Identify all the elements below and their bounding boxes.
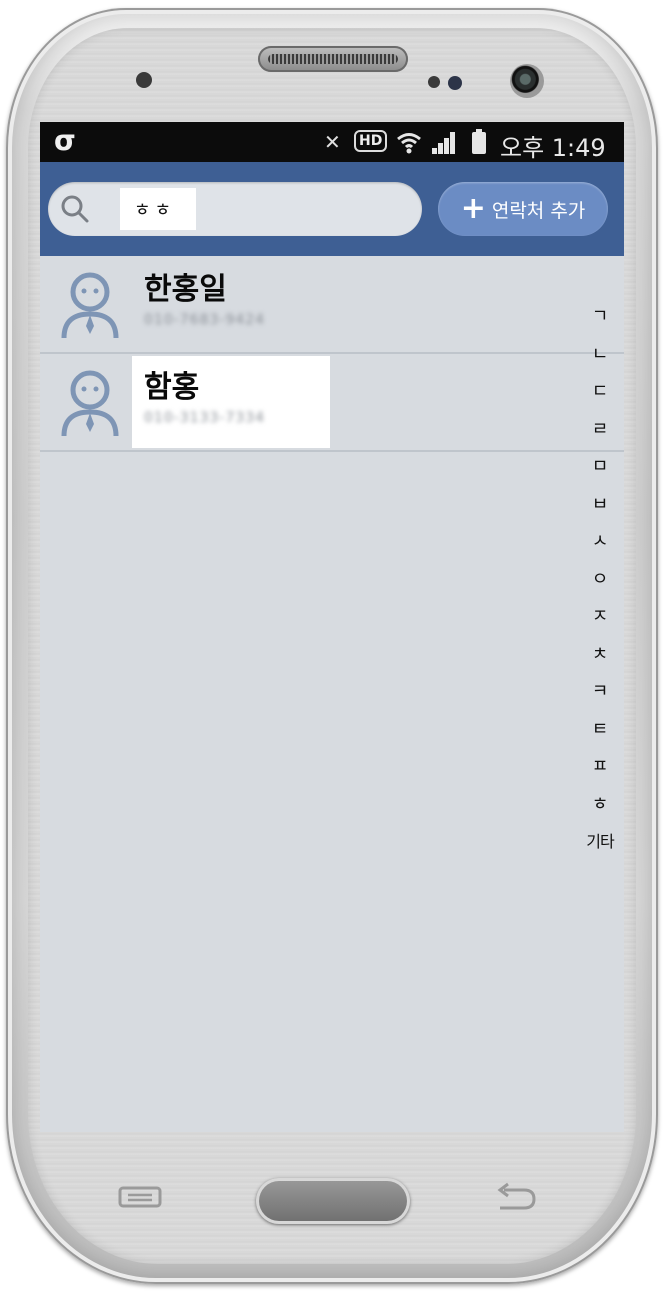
earpiece-speaker bbox=[258, 46, 408, 72]
wifi-icon bbox=[397, 133, 421, 154]
list-item[interactable]: 함홍 010-3133-7334 bbox=[40, 354, 624, 452]
index-item[interactable]: ㄴ bbox=[580, 336, 620, 374]
menu-key-icon[interactable] bbox=[118, 1186, 162, 1208]
add-contact-button[interactable]: + 연락처 추가 bbox=[438, 182, 608, 236]
index-item[interactable]: ㄹ bbox=[580, 411, 620, 449]
index-item[interactable]: ㄷ bbox=[580, 373, 620, 411]
index-item[interactable]: ㅌ bbox=[580, 711, 620, 749]
back-key-icon[interactable] bbox=[494, 1182, 538, 1212]
index-item[interactable]: ㅋ bbox=[580, 673, 620, 711]
contact-list: 한홍일 010-7683-9424 함홍 010-3133-7334 bbox=[40, 256, 624, 452]
front-camera bbox=[510, 64, 544, 98]
proximity-sensor bbox=[136, 72, 152, 88]
hd-voice-icon: HD bbox=[354, 130, 388, 152]
index-item[interactable]: ㅈ bbox=[580, 598, 620, 636]
search-icon bbox=[61, 195, 89, 223]
index-item[interactable]: ㅁ bbox=[580, 448, 620, 486]
avatar-icon bbox=[61, 272, 119, 339]
search-box[interactable] bbox=[48, 182, 422, 236]
index-item[interactable]: ㅅ bbox=[580, 523, 620, 561]
index-item[interactable]: ㅎ bbox=[580, 786, 620, 824]
index-item[interactable]: ㅂ bbox=[580, 486, 620, 524]
alphabet-index[interactable]: ㄱ ㄴ ㄷ ㄹ ㅁ ㅂ ㅅ ㅇ ㅈ ㅊ ㅋ ㅌ ㅍ ㅎ 기타 bbox=[580, 298, 620, 861]
carrier-logo: σ bbox=[54, 124, 76, 157]
search-input[interactable] bbox=[120, 188, 196, 230]
light-sensor-2 bbox=[448, 76, 462, 90]
add-contact-label: 연락처 추가 bbox=[491, 199, 586, 222]
contact-phone: 010-7683-9424 bbox=[144, 312, 266, 328]
battery-icon bbox=[472, 129, 486, 154]
status-time: 오후 1:49 bbox=[500, 134, 606, 162]
light-sensor bbox=[428, 76, 440, 88]
contact-name: 한홍일 bbox=[144, 272, 227, 307]
contact-phone: 010-3133-7334 bbox=[144, 410, 266, 426]
contacts-toolbar: + 연락처 추가 bbox=[40, 162, 624, 256]
plus-icon: + bbox=[460, 191, 486, 226]
index-item[interactable]: ㅍ bbox=[580, 748, 620, 786]
avatar-icon bbox=[61, 370, 119, 437]
index-item[interactable]: ㄱ bbox=[580, 298, 620, 336]
index-item[interactable]: ㅊ bbox=[580, 636, 620, 674]
list-item[interactable]: 한홍일 010-7683-9424 bbox=[40, 256, 624, 354]
index-item[interactable]: ㅇ bbox=[580, 561, 620, 599]
home-button[interactable] bbox=[256, 1178, 410, 1224]
contact-name: 함홍 bbox=[144, 370, 200, 405]
index-item[interactable]: 기타 bbox=[580, 823, 620, 861]
status-bar: σ ✕ HD 오후 1:49 bbox=[40, 122, 624, 162]
mute-icon: ✕ bbox=[324, 130, 341, 154]
screen: σ ✕ HD 오후 1:49 + 연락처 추가 bbox=[40, 122, 624, 1132]
signal-icon bbox=[432, 132, 456, 154]
